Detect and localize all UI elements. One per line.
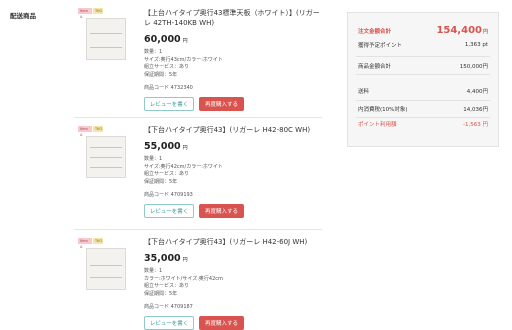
- write-review-button[interactable]: レビューを書く: [144, 316, 194, 330]
- summary-subtotal-row: 商品金額合計 150,000円: [348, 62, 498, 70]
- product-assembly: 組立サービス：あり: [144, 171, 190, 177]
- product-name-link[interactable]: 【下台ハイタイプ奥行43】(リガーレ H42-60J WH): [144, 237, 322, 247]
- summary-subtotal-value: 150,000円: [459, 64, 488, 70]
- order-item: Item A TKG 【下台ハイタイプ奥行43】(リガーレ H42-60J WH…: [74, 229, 322, 330]
- product-tag-b: TKG: [93, 126, 103, 132]
- order-summary-panel: 注文金額合計 154,400円 獲得予定ポイント 1,363 pt 商品金額合計…: [347, 12, 499, 147]
- summary-tax-row: 内消費税(10%対象) 14,036円: [348, 105, 498, 113]
- summary-points-label: 獲得予定ポイント: [358, 43, 403, 49]
- summary-divider: [356, 56, 490, 57]
- section-label: 配送商品: [10, 12, 36, 20]
- price-value: 60,000: [144, 34, 181, 45]
- product-price: 35,000 円: [144, 253, 322, 264]
- product-tag-a: Item A: [78, 126, 92, 137]
- summary-tax-label: 内消費税(10%対象): [358, 107, 408, 113]
- product-warranty: 保証期間：5年: [144, 290, 178, 297]
- product-spec: サイズ:奥行42cm/カラー:ホワイト: [144, 163, 223, 170]
- item-actions: レビューを書く 再度購入する: [144, 316, 322, 330]
- product-meta: 数量：1 カラー:ホワイト/サイズ:奥行42cm 組立サービス：あり 保証期間：…: [144, 268, 322, 298]
- summary-tax-value: 14,036円: [463, 107, 488, 113]
- price-value: 35,000: [144, 253, 181, 264]
- price-unit: 円: [182, 257, 188, 263]
- summary-divider: [356, 100, 490, 101]
- summary-shipping-label: 送料: [358, 89, 370, 95]
- product-tag-a: Item A: [78, 8, 92, 19]
- order-item: Item A TKG 【上台ハイタイプ奥行43標準天板（ホワイト）】(リガーレ …: [74, 0, 322, 117]
- summary-total-row: 注文金額合計 154,400円: [348, 25, 498, 36]
- price-value: 55,000: [144, 141, 181, 152]
- summary-point-use-label: ポイント利用額: [358, 122, 397, 128]
- summary-point-use-row: ポイント利用額 -1,563 円: [348, 120, 498, 128]
- product-tags: Item A TKG: [78, 126, 103, 137]
- product-meta: 数量：1 サイズ:奥行42cm/カラー:ホワイト 組立サービス：あり 保証期間：…: [144, 156, 322, 186]
- product-code: 商品コード 4709193: [144, 192, 193, 198]
- product-assembly: 組立サービス：あり: [144, 64, 190, 70]
- product-qty: 数量：1: [144, 268, 163, 274]
- product-tags: Item A TKG: [78, 8, 103, 19]
- product-image: [86, 136, 126, 178]
- product-thumbnail[interactable]: Item A TKG: [78, 238, 134, 296]
- product-info: 【下台ハイタイプ奥行43】(リガーレ H42-60J WH) 35,000 円 数…: [144, 237, 322, 330]
- product-thumbnail[interactable]: Item A TKG: [78, 8, 134, 66]
- product-image: [86, 18, 126, 60]
- write-review-button[interactable]: レビューを書く: [144, 204, 194, 218]
- summary-total-label: 注文金額合計: [358, 28, 392, 35]
- reorder-button[interactable]: 再度購入する: [199, 204, 244, 218]
- item-actions: レビューを書く 再度購入する: [144, 97, 322, 111]
- product-tags: Item A TKG: [78, 238, 103, 249]
- product-tag-a: Item A: [78, 238, 92, 249]
- product-price: 60,000 円: [144, 34, 322, 45]
- product-thumbnail[interactable]: Item A TKG: [78, 126, 134, 184]
- product-price: 55,000 円: [144, 141, 322, 152]
- product-warranty: 保証期間：5年: [144, 178, 178, 185]
- price-unit: 円: [182, 145, 188, 151]
- summary-subtotal-label: 商品金額合計: [358, 64, 392, 70]
- product-tag-b: TKG: [93, 238, 103, 244]
- summary-shipping-value: 4,400円: [466, 89, 488, 95]
- product-spec: カラー:ホワイト/サイズ:奥行42cm: [144, 275, 223, 282]
- reorder-button[interactable]: 再度購入する: [199, 97, 244, 111]
- product-spec: サイズ:奥行43cm/カラー:ホワイト: [144, 56, 223, 63]
- product-name-link[interactable]: 【上台ハイタイプ奥行43標準天板（ホワイト）】(リガーレ 42TH-140KB …: [144, 8, 322, 28]
- product-image: [86, 248, 126, 290]
- product-warranty: 保証期間：5年: [144, 71, 178, 78]
- total-amount: 154,400: [436, 25, 482, 36]
- total-unit: 円: [482, 29, 488, 35]
- order-item: Item A TKG 【下台ハイタイプ奥行43】(リガーレ H42-80C WH…: [74, 117, 322, 229]
- summary-points-row: 獲得予定ポイント 1,363 pt: [348, 41, 498, 49]
- summary-divider: [356, 74, 490, 75]
- product-code: 商品コード 4709187: [144, 304, 193, 310]
- order-item-list: Item A TKG 【上台ハイタイプ奥行43標準天板（ホワイト）】(リガーレ …: [74, 0, 322, 330]
- product-assembly: 組立サービス：あり: [144, 283, 190, 289]
- product-name-link[interactable]: 【下台ハイタイプ奥行43】(リガーレ H42-80C WH): [144, 125, 322, 135]
- product-info: 【上台ハイタイプ奥行43標準天板（ホワイト）】(リガーレ 42TH-140KB …: [144, 8, 322, 111]
- summary-points-value: 1,363 pt: [464, 42, 488, 48]
- summary-divider: [356, 117, 490, 118]
- write-review-button[interactable]: レビューを書く: [144, 97, 194, 111]
- item-actions: レビューを書く 再度購入する: [144, 204, 322, 218]
- product-qty: 数量：1: [144, 49, 163, 55]
- summary-point-use-value: -1,563 円: [463, 122, 488, 128]
- product-code: 商品コード 4732340: [144, 85, 193, 91]
- product-qty: 数量：1: [144, 156, 163, 162]
- product-info: 【下台ハイタイプ奥行43】(リガーレ H42-80C WH) 55,000 円 数…: [144, 125, 322, 218]
- summary-shipping-row: 送料 4,400円: [348, 87, 498, 95]
- price-unit: 円: [182, 38, 188, 44]
- product-meta: 数量：1 サイズ:奥行43cm/カラー:ホワイト 組立サービス：あり 保証期間：…: [144, 49, 322, 79]
- product-tag-b: TKG: [93, 8, 103, 14]
- reorder-button[interactable]: 再度購入する: [199, 316, 244, 330]
- summary-total-value: 154,400円: [436, 25, 488, 36]
